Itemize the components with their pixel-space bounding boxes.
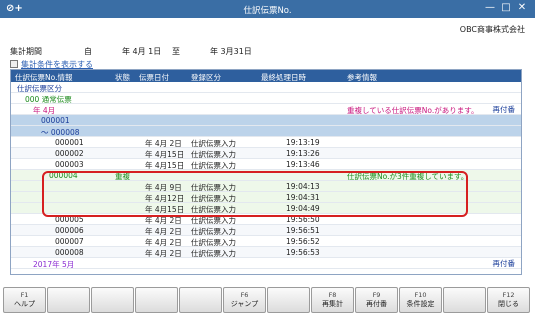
table-row[interactable]: 仕訳伝票区分 xyxy=(11,82,521,93)
table-row[interactable]: 000001 年 4月 2日 仕訳伝票入力 19:13:19 xyxy=(11,137,521,148)
cell-updated: 19:56:51 xyxy=(286,226,320,235)
fkey-label: ヘルプ xyxy=(14,300,35,308)
period-from-label: 自 xyxy=(84,47,92,56)
cell-updated: 19:13:19 xyxy=(286,138,320,147)
period-to-label: 至 xyxy=(172,47,180,56)
fkey-button[interactable] xyxy=(47,287,90,313)
fkey-number: F10 xyxy=(414,291,427,299)
fkey-number: F8 xyxy=(328,291,337,299)
table-row[interactable]: 年 4月 重複している仕訳伝票No.があります。 再付番 xyxy=(11,104,521,115)
grid-header: 仕訳伝票No.情報 状態 伝票日付 登録区分 最終処理日時 参考情報 xyxy=(11,70,521,82)
window-title: 仕訳伝票No. xyxy=(243,6,292,16)
company-name: OBC商事株式会社 xyxy=(459,25,525,34)
function-key-bar: F1 ヘルプ F6 ジャンプ F8 再集計 F9 再付番 F10 条件設定 F12 閉じる xyxy=(3,287,532,313)
fkey-label: ジャンプ xyxy=(230,300,259,308)
fkey-button[interactable] xyxy=(443,287,486,313)
fkey-button[interactable]: F1 ヘルプ xyxy=(3,287,46,313)
maximize-button[interactable]: □ xyxy=(499,2,513,13)
cell-info: 000001 xyxy=(41,116,70,125)
table-row[interactable]: 000002 年 4月15日 仕訳伝票入力 19:13:26 xyxy=(11,148,521,159)
fkey-button[interactable] xyxy=(135,287,178,313)
table-row[interactable]: 2017年 5月 再付番 xyxy=(11,258,521,269)
renumber-link[interactable]: 再付番 xyxy=(493,104,516,115)
period-row: 集計期間 自 年 4月 1日 至 年 3月31日 xyxy=(10,46,510,58)
table-row[interactable]: 000003 年 4月15日 仕訳伝票入力 19:13:46 xyxy=(11,159,521,170)
cell-info: 000008 xyxy=(55,248,84,257)
fkey-button[interactable] xyxy=(179,287,222,313)
fkey-label: 再付番 xyxy=(366,300,387,308)
cell-info: 000003 xyxy=(55,160,84,169)
cell-info: 000006 xyxy=(55,226,84,235)
fkey-button[interactable]: F12 閉じる xyxy=(487,287,530,313)
title-bar: ⊘+ 仕訳伝票No. — □ ✕ xyxy=(0,0,535,18)
table-row[interactable]: ～ 000008 xyxy=(11,126,521,137)
fkey-button[interactable]: F8 再集計 xyxy=(311,287,354,313)
fkey-label: 閉じる xyxy=(498,300,519,308)
table-row[interactable]: 000008 年 4月 2日 仕訳伝票入力 19:56:53 xyxy=(11,247,521,258)
cell-updated: 19:56:53 xyxy=(286,248,320,257)
duplicate-highlight-box xyxy=(42,171,468,217)
fkey-button[interactable] xyxy=(267,287,310,313)
cell-info: 000007 xyxy=(55,237,84,246)
fkey-button[interactable]: F10 条件設定 xyxy=(399,287,442,313)
fkey-number: F1 xyxy=(20,291,29,299)
cell-updated: 19:13:26 xyxy=(286,149,320,158)
renumber-link[interactable]: 再付番 xyxy=(493,258,516,269)
cell-info: 2017年 5月 xyxy=(33,260,75,269)
table-row[interactable]: 000 通常伝票 xyxy=(11,93,521,104)
period-from-date: 年 4月 1日 xyxy=(122,47,162,56)
filter-toggle-icon xyxy=(10,60,18,68)
table-row[interactable]: 000007 年 4月 2日 仕訳伝票入力 19:56:52 xyxy=(11,236,521,247)
close-button[interactable]: ✕ xyxy=(515,2,529,13)
fkey-number: F12 xyxy=(502,291,515,299)
cell-info: 000002 xyxy=(55,149,84,158)
period-label: 集計期間 xyxy=(10,47,42,56)
fkey-button[interactable]: F9 再付番 xyxy=(355,287,398,313)
fkey-button[interactable] xyxy=(91,287,134,313)
fkey-number: F6 xyxy=(240,291,249,299)
minimize-button[interactable]: — xyxy=(483,2,497,13)
cell-info: 000001 xyxy=(55,138,84,147)
period-to-date: 年 3月31日 xyxy=(210,47,252,56)
cell-updated: 19:13:46 xyxy=(286,160,320,169)
table-row[interactable]: 000006 年 4月 2日 仕訳伝票入力 19:56:51 xyxy=(11,225,521,236)
fkey-number: F9 xyxy=(372,291,381,299)
table-row[interactable]: 000001 xyxy=(11,115,521,126)
fkey-label: 条件設定 xyxy=(406,300,435,308)
fkey-button[interactable]: F6 ジャンプ xyxy=(223,287,266,313)
filter-link-label: 集計条件を表示する xyxy=(21,60,93,69)
fkey-label: 再集計 xyxy=(322,300,343,308)
cell-updated: 19:56:52 xyxy=(286,237,320,246)
